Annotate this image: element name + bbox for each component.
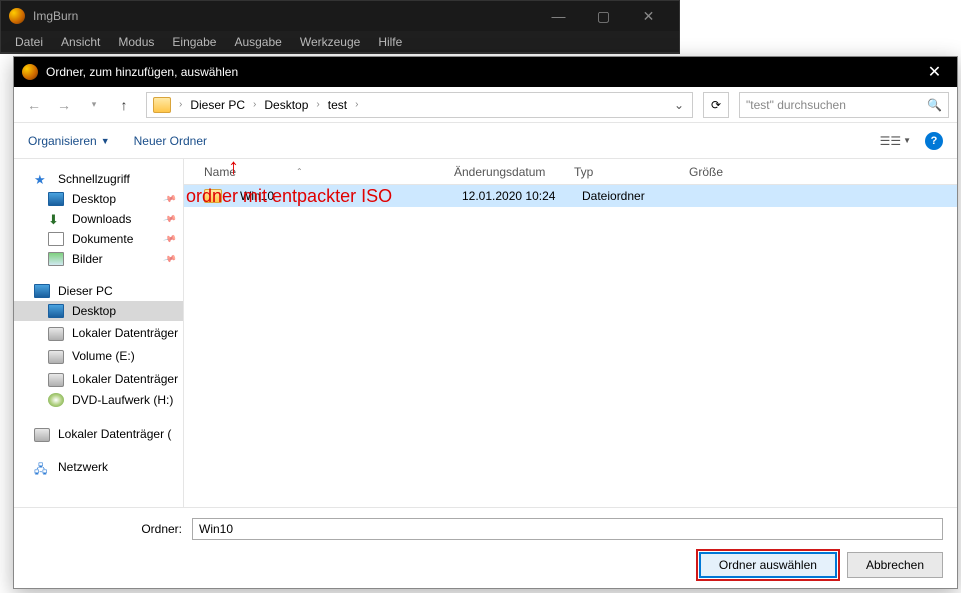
imgburn-menubar: Datei Ansicht Modus Eingabe Ausgabe Werk… (1, 31, 679, 53)
cell-type: Dateiordner (572, 189, 687, 203)
menu-input[interactable]: Eingabe (164, 33, 224, 51)
dialog-close-button[interactable]: ✕ (912, 57, 957, 87)
crumb-desktop[interactable]: Desktop (260, 96, 312, 114)
pc-icon (34, 284, 50, 298)
drive-icon (48, 350, 64, 364)
crumb-test[interactable]: test (324, 96, 351, 114)
sidebar-item-local-disk[interactable]: Lokaler Datenträger (14, 321, 183, 344)
cell-date: 12.01.2020 10:24 (452, 189, 572, 203)
folder-field-label: Ordner: (28, 522, 182, 536)
menu-view[interactable]: Ansicht (53, 33, 108, 51)
file-list-header: Name ⌃ Änderungsdatum Typ Größe (184, 159, 957, 185)
column-header-date[interactable]: Änderungsdatum (444, 165, 564, 179)
column-header-type[interactable]: Typ (564, 165, 679, 179)
desktop-icon (48, 304, 64, 318)
nav-forward-button[interactable]: → (52, 93, 76, 117)
minimize-button[interactable]: — (536, 1, 581, 31)
menu-file[interactable]: Datei (7, 33, 51, 51)
imgburn-titlebar[interactable]: ImgBurn — ▢ ✕ (1, 1, 679, 31)
crumb-this-pc[interactable]: Dieser PC (186, 96, 249, 114)
search-placeholder: "test" durchsuchen (746, 98, 846, 112)
address-breadcrumb[interactable]: › Dieser PC › Desktop › test › ⌄ (146, 92, 693, 118)
navigation-sidebar: ★ Schnellzugriff Desktop ⬇ Downloads Dok… (14, 159, 184, 507)
folder-select-dialog: Ordner, zum hinzufügen, auswählen ✕ ← → … (13, 56, 958, 589)
imgburn-title: ImgBurn (33, 9, 536, 23)
pictures-icon (48, 252, 64, 266)
drive-icon (48, 373, 64, 387)
organize-button[interactable]: Organisieren ▼ (28, 134, 110, 148)
cell-name: Win10 (230, 189, 452, 203)
file-list: Name ⌃ Änderungsdatum Typ Größe Win10 12… (184, 159, 957, 507)
column-header-name[interactable]: Name ⌃ (184, 165, 444, 179)
dialog-footer: Ordner: Ordner auswählen Abbrechen (14, 507, 957, 588)
chevron-down-icon: ▼ (101, 136, 110, 146)
sidebar-item-dvd-drive[interactable]: DVD-Laufwerk (H:) (14, 390, 183, 410)
refresh-button[interactable]: ⟳ (703, 92, 729, 118)
imgburn-main-window: ImgBurn — ▢ ✕ Datei Ansicht Modus Eingab… (0, 0, 680, 54)
select-folder-button[interactable]: Ordner auswählen (699, 552, 837, 578)
file-row-win10[interactable]: Win10 12.01.2020 10:24 Dateiordner (184, 185, 957, 207)
sidebar-item-this-pc[interactable]: Dieser PC (14, 281, 183, 301)
dialog-titlebar[interactable]: Ordner, zum hinzufügen, auswählen ✕ (14, 57, 957, 87)
sidebar-item-pictures[interactable]: Bilder (14, 249, 183, 269)
search-input[interactable]: "test" durchsuchen 🔍 (739, 92, 949, 118)
cancel-button[interactable]: Abbrechen (847, 552, 943, 578)
sidebar-item-local-disk-3[interactable]: Lokaler Datenträger ( (14, 422, 183, 445)
sidebar-item-volume-e[interactable]: Volume (E:) (14, 344, 183, 367)
folder-icon (153, 97, 171, 113)
search-icon[interactable]: 🔍 (927, 98, 942, 112)
imgburn-app-icon (9, 8, 25, 24)
dialog-navbar: ← → ▾ ↑ › Dieser PC › Desktop › test › ⌄… (14, 87, 957, 123)
desktop-icon (48, 192, 64, 206)
menu-mode[interactable]: Modus (110, 33, 162, 51)
view-icon: ☰☰ (880, 134, 902, 148)
download-icon: ⬇ (48, 212, 64, 226)
chevron-right-icon[interactable]: › (312, 99, 323, 110)
sidebar-item-documents[interactable]: Dokumente (14, 229, 183, 249)
sidebar-item-desktop[interactable]: Desktop (14, 189, 183, 209)
nav-recent-dropdown[interactable]: ▾ (82, 93, 106, 117)
view-mode-button[interactable]: ☰☰ ▼ (880, 134, 911, 148)
new-folder-button[interactable]: Neuer Ordner (134, 134, 207, 148)
menu-tools[interactable]: Werkzeuge (292, 33, 368, 51)
chevron-down-icon: ▼ (903, 136, 911, 145)
dvd-icon (48, 393, 64, 407)
nav-back-button[interactable]: ← (22, 93, 46, 117)
chevron-right-icon[interactable]: › (175, 99, 186, 110)
folder-icon (204, 189, 222, 203)
sidebar-item-network[interactable]: 🖧 Netzwerk (14, 457, 183, 477)
sort-ascending-icon: ⌃ (296, 167, 303, 176)
menu-help[interactable]: Hilfe (370, 33, 410, 51)
sidebar-item-quick-access[interactable]: ★ Schnellzugriff (14, 169, 183, 189)
drive-icon (34, 428, 50, 442)
star-icon: ★ (34, 172, 50, 186)
network-icon: 🖧 (34, 460, 50, 474)
address-history-dropdown[interactable]: ⌄ (668, 98, 690, 112)
chevron-right-icon[interactable]: › (351, 99, 362, 110)
dialog-toolbar: Organisieren ▼ Neuer Ordner ☰☰ ▼ ? (14, 123, 957, 159)
dialog-title: Ordner, zum hinzufügen, auswählen (46, 65, 912, 79)
help-button[interactable]: ? (925, 132, 943, 150)
drive-icon (48, 327, 64, 341)
sidebar-item-desktop-pc[interactable]: Desktop (14, 301, 183, 321)
close-button[interactable]: ✕ (626, 1, 671, 31)
nav-up-button[interactable]: ↑ (112, 93, 136, 117)
folder-name-input[interactable] (192, 518, 943, 540)
chevron-right-icon[interactable]: › (249, 99, 260, 110)
dialog-app-icon (22, 64, 38, 80)
sidebar-item-downloads[interactable]: ⬇ Downloads (14, 209, 183, 229)
menu-output[interactable]: Ausgabe (226, 33, 289, 51)
sidebar-item-local-disk-2[interactable]: Lokaler Datenträger (14, 367, 183, 390)
document-icon (48, 232, 64, 246)
column-header-size[interactable]: Größe (679, 165, 769, 179)
maximize-button[interactable]: ▢ (581, 1, 626, 31)
